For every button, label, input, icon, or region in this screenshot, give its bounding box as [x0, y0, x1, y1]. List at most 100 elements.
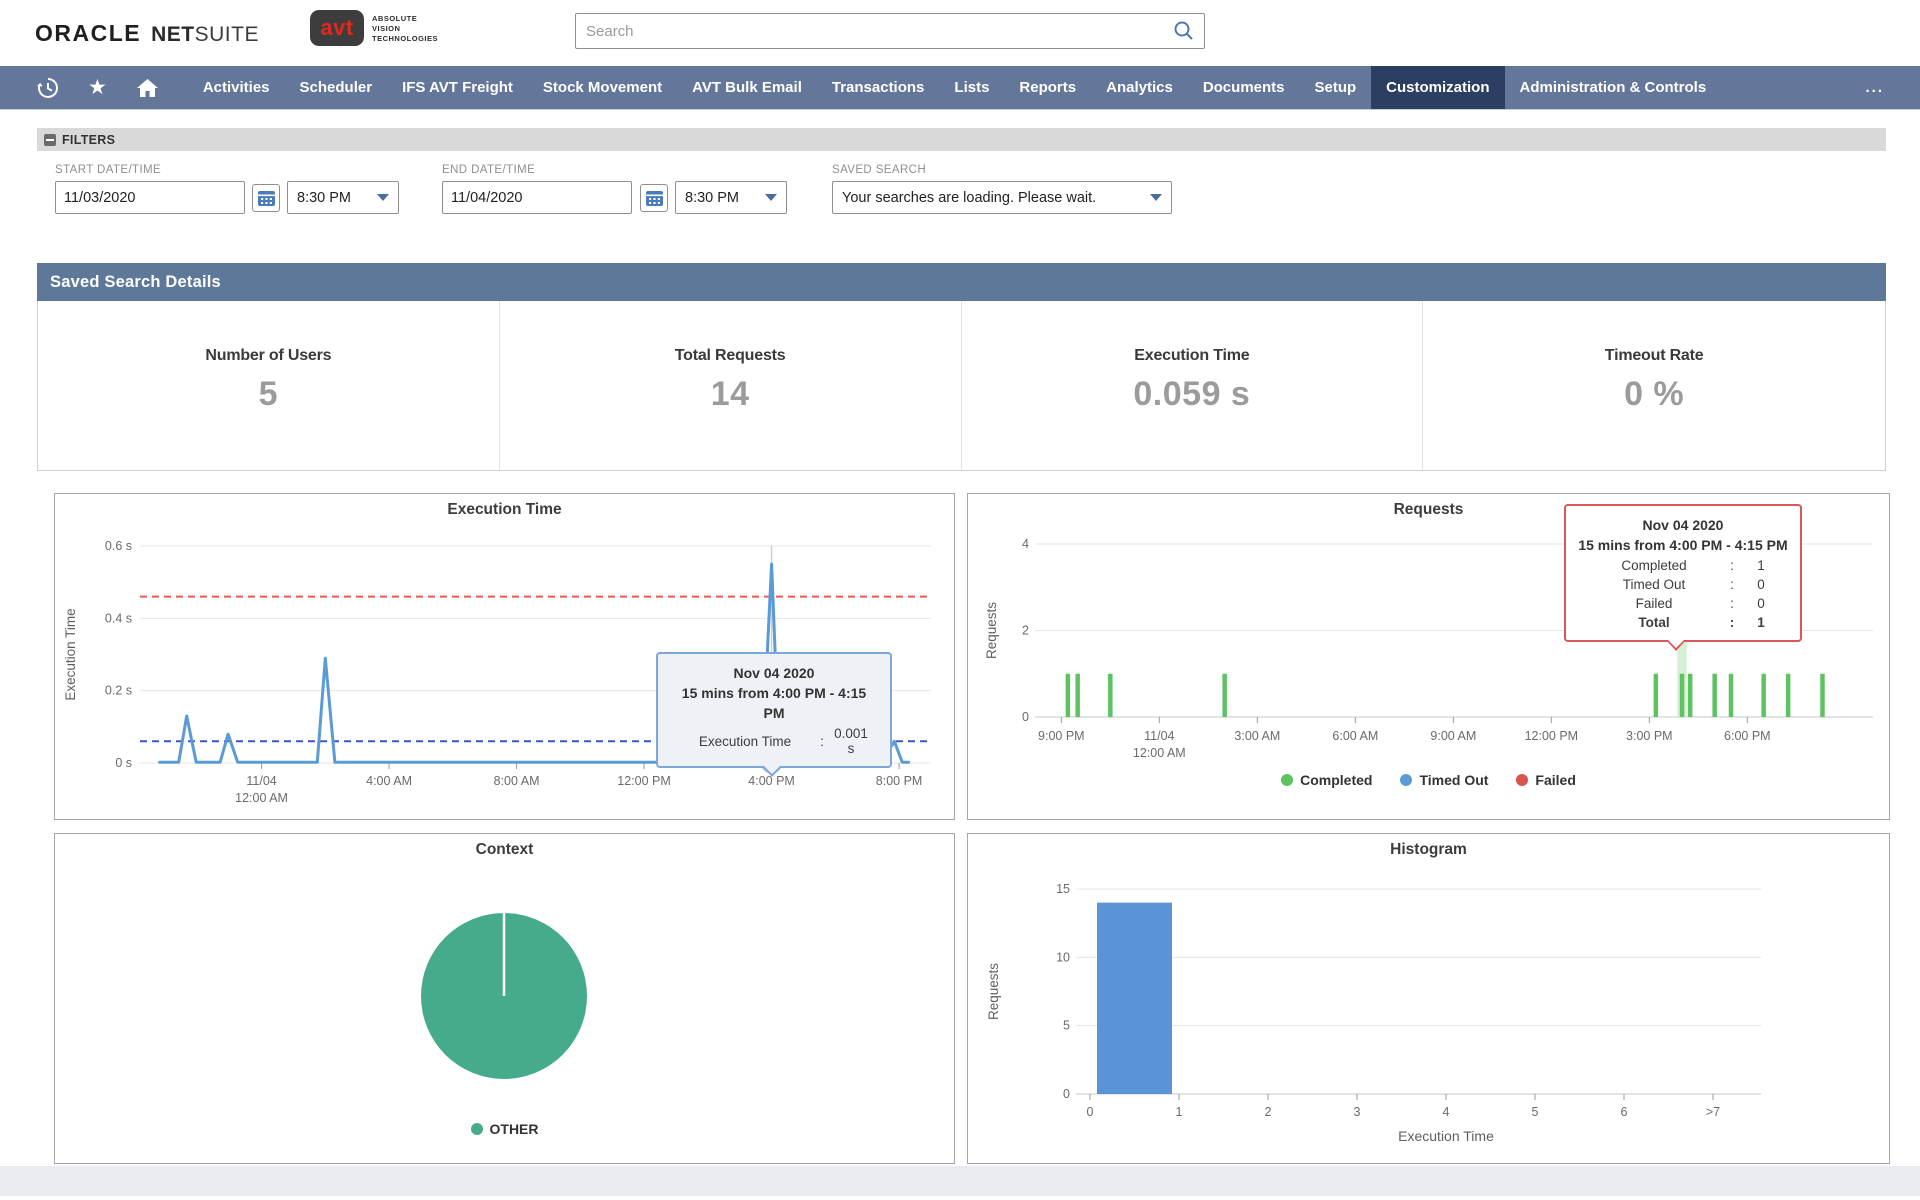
filters-title: FILTERS: [62, 133, 115, 147]
legend-failed[interactable]: Failed: [1516, 772, 1575, 788]
svg-text:Execution Time: Execution Time: [63, 608, 78, 700]
nav-item-avt-bulk-email[interactable]: AVT Bulk Email: [677, 66, 817, 109]
end-date-label: END DATE/TIME: [442, 164, 535, 176]
stat-total-requests: Total Requests 14: [500, 301, 962, 470]
calendar-icon: [645, 189, 664, 207]
details-title: Saved Search Details: [50, 273, 221, 292]
nav-item-reports[interactable]: Reports: [1004, 66, 1091, 109]
netsuite-dashboard: ORACLE NETSUITE avt ABSOLUTEVISIONTECHNO…: [0, 0, 1920, 1200]
chart-title: Histogram: [968, 841, 1889, 859]
legend-timed-out[interactable]: Timed Out: [1400, 772, 1488, 788]
search-input[interactable]: [575, 13, 1205, 49]
svg-text:3:00 AM: 3:00 AM: [1234, 729, 1280, 743]
start-time-select[interactable]: 8:30 PM: [287, 181, 399, 214]
svg-text:11/0412:00 AM: 11/0412:00 AM: [1133, 729, 1186, 760]
svg-text:0: 0: [1063, 1087, 1070, 1101]
tooltip-row-total: Total:1: [1578, 615, 1788, 630]
legend-completed[interactable]: Completed: [1281, 772, 1372, 788]
histogram-chart[interactable]: 0510150123456>7Execution TimeRequests: [968, 834, 1889, 1163]
tooltip-row-completed: Completed:1: [1578, 558, 1788, 573]
end-date-input[interactable]: [442, 181, 632, 214]
execution-time-panel: 0 s0.2 s0.4 s0.6 s11/0412:00 AM4:00 AM8:…: [54, 493, 955, 820]
avt-company-name: ABSOLUTEVISIONTECHNOLOGIES: [372, 14, 438, 43]
end-date-calendar-button[interactable]: [640, 184, 668, 212]
svg-text:0 s: 0 s: [115, 756, 132, 770]
stat-value: 14: [711, 375, 750, 414]
svg-text:6: 6: [1621, 1105, 1628, 1119]
svg-text:3:00 PM: 3:00 PM: [1626, 729, 1673, 743]
svg-text:4:00 AM: 4:00 AM: [366, 774, 412, 788]
legend-other[interactable]: OTHER: [471, 1121, 539, 1137]
stat-number-of-users: Number of Users5: [38, 301, 500, 470]
svg-text:1: 1: [1176, 1105, 1183, 1119]
global-search: [575, 13, 1205, 49]
legend-dot-icon: [1281, 774, 1293, 786]
stat-label: Number of Users: [205, 347, 331, 365]
requests-legend: Completed Timed Out Failed: [968, 772, 1889, 788]
svg-text:2: 2: [1265, 1105, 1272, 1119]
svg-text:>7: >7: [1706, 1105, 1720, 1119]
legend-label: Timed Out: [1419, 772, 1488, 788]
end-time-select[interactable]: 8:30 PM: [675, 181, 787, 214]
svg-text:4: 4: [1443, 1105, 1450, 1119]
start-date-calendar-button[interactable]: [252, 184, 280, 212]
legend-label: OTHER: [490, 1121, 539, 1137]
svg-text:3: 3: [1354, 1105, 1361, 1119]
context-legend: OTHER: [55, 1121, 954, 1137]
avt-line: TECHNOLOGIES: [372, 34, 438, 43]
nav-item-lists[interactable]: Lists: [939, 66, 1004, 109]
svg-text:11/0412:00 AM: 11/0412:00 AM: [235, 774, 288, 805]
oracle-wordmark: ORACLE: [35, 20, 141, 47]
search-icon[interactable]: [1173, 20, 1195, 42]
shortcuts-star-icon[interactable]: ★: [74, 66, 121, 109]
collapse-icon[interactable]: [44, 134, 56, 146]
nav-menu: ActivitiesSchedulerIFS AVT FreightStock …: [188, 66, 1721, 109]
filters-header: FILTERS: [37, 128, 1886, 151]
requests-tooltip: Nov 04 202015 mins from 4:00 PM - 4:15 P…: [1564, 504, 1802, 642]
nav-item-analytics[interactable]: Analytics: [1091, 66, 1188, 109]
stat-label: Total Requests: [675, 347, 786, 365]
avt-badge: avt: [310, 10, 364, 46]
details-header: Saved Search Details: [37, 263, 1886, 301]
tooltip-row-timed-out: Timed Out:0: [1578, 577, 1788, 592]
nav-item-transactions[interactable]: Transactions: [817, 66, 940, 109]
execution-time-tooltip: Nov 04 202015 mins from 4:00 PM - 4:15 P…: [656, 652, 892, 768]
nav-item-administration-controls[interactable]: Administration & Controls: [1505, 66, 1722, 109]
context-pie-chart[interactable]: [55, 834, 954, 1163]
chart-title: Context: [55, 841, 954, 859]
legend-label: Failed: [1535, 772, 1575, 788]
saved-search-select[interactable]: Your searches are loading. Please wait.: [832, 181, 1172, 214]
svg-text:6:00 AM: 6:00 AM: [1332, 729, 1378, 743]
stat-execution-time: Execution Time0.059 s: [962, 301, 1424, 470]
legend-dot-icon: [1516, 774, 1528, 786]
svg-text:Requests: Requests: [986, 963, 1001, 1020]
tooltip-row-execution-time: Execution Time:0.001 s: [670, 726, 878, 756]
recent-records-icon[interactable]: [0, 66, 74, 109]
calendar-icon: [257, 189, 276, 207]
svg-text:6:00 PM: 6:00 PM: [1724, 729, 1771, 743]
nav-item-setup[interactable]: Setup: [1300, 66, 1372, 109]
nav-item-ifs-avt-freight[interactable]: IFS AVT Freight: [387, 66, 528, 109]
tooltip-date: Nov 04 2020: [1578, 515, 1788, 535]
avt-line: ABSOLUTE: [372, 14, 438, 23]
tooltip-rows: Completed:1Timed Out:0Failed:0Total:1: [1578, 558, 1788, 630]
stat-label: Execution Time: [1134, 347, 1249, 365]
nav-item-stock-movement[interactable]: Stock Movement: [528, 66, 677, 109]
svg-text:15: 15: [1056, 882, 1070, 896]
start-date-input[interactable]: [55, 181, 245, 214]
nav-item-scheduler[interactable]: Scheduler: [285, 66, 388, 109]
nav-item-activities[interactable]: Activities: [188, 66, 285, 109]
tooltip-range: 15 mins from 4:00 PM - 4:15 PM: [1578, 535, 1788, 555]
stat-label: Timeout Rate: [1605, 347, 1704, 365]
svg-text:12:00 PM: 12:00 PM: [1525, 729, 1579, 743]
top-bar: ORACLE NETSUITE avt ABSOLUTEVISIONTECHNO…: [0, 0, 1920, 66]
stat-value: 0 %: [1624, 375, 1684, 414]
home-icon[interactable]: [121, 66, 174, 109]
oracle-netsuite-logo[interactable]: ORACLE NETSUITE: [35, 20, 259, 47]
nav-item-customization[interactable]: Customization: [1371, 66, 1504, 109]
svg-text:0: 0: [1087, 1105, 1094, 1119]
main-nav: ★ ActivitiesSchedulerIFS AVT FreightStoc…: [0, 66, 1920, 110]
nav-overflow-button[interactable]: ...: [1851, 66, 1920, 109]
nav-item-documents[interactable]: Documents: [1188, 66, 1300, 109]
svg-text:8:00 AM: 8:00 AM: [494, 774, 540, 788]
